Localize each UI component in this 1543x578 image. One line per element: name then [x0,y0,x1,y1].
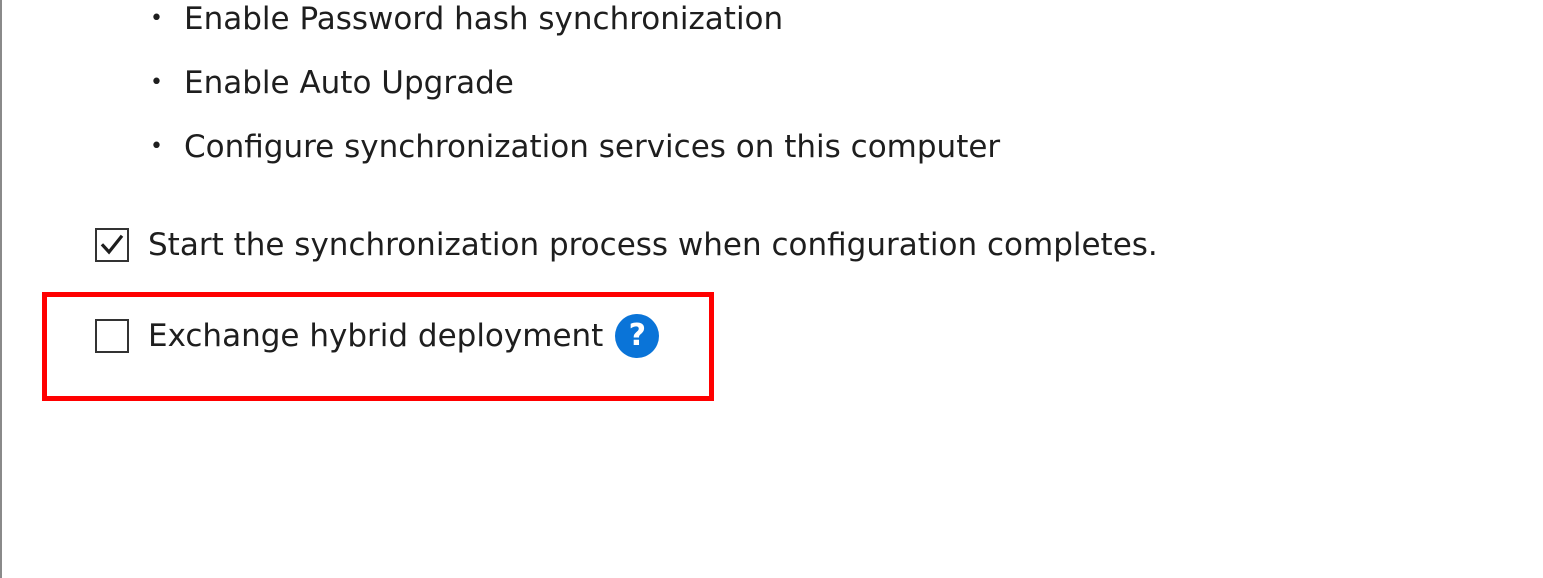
checkmark-icon [100,234,124,255]
bullet-icon: • [150,70,163,95]
configuration-page: • Enable Password hash synchronization •… [0,0,1543,578]
bullet-icon: • [150,134,163,159]
list-item-label: Enable Auto Upgrade [184,65,514,101]
start-sync-option[interactable]: Start the synchronization process when c… [95,226,1158,264]
bullet-icon: • [150,6,163,31]
help-circle-icon[interactable]: ? [615,314,660,358]
exchange-hybrid-option[interactable]: Exchange hybrid deployment ? [95,314,660,358]
list-item-label: Configure synchronization services on th… [184,129,1001,165]
exchange-hybrid-checkbox[interactable] [95,319,129,353]
start-sync-checkbox[interactable] [95,228,129,262]
exchange-hybrid-label[interactable]: Exchange hybrid deployment [148,317,603,355]
start-sync-label[interactable]: Start the synchronization process when c… [148,226,1158,264]
list-item-label: Enable Password hash synchronization [184,1,784,37]
